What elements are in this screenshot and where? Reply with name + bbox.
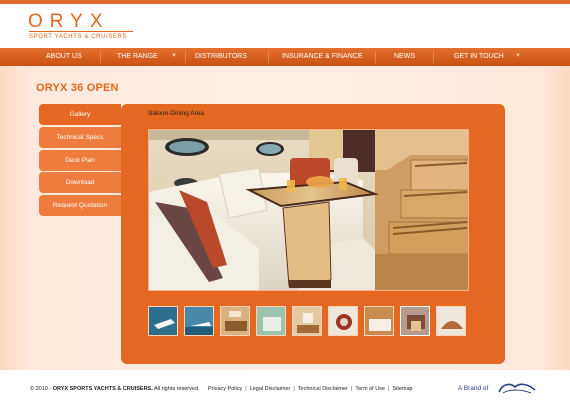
interior-icon [365,307,393,335]
interior-icon [257,307,285,335]
main-nav: ABOUT US THE RANGE ▼ DISTRIBUTORS INSURA… [0,48,570,66]
tab-technical-specs[interactable]: Technical Specs [39,127,121,148]
thumbnail-helm[interactable] [328,306,358,336]
nav-item-insurance-finance[interactable]: INSURANCE & FINANCE [282,48,363,66]
gallery-main-photo[interactable] [148,129,469,291]
footer-link-term-of-use[interactable]: Term of Use [355,386,385,392]
gulf-craft-logo[interactable] [497,381,537,395]
copyright-prefix: © 2010 - [30,386,53,392]
thumbnail-interior-cabin[interactable] [256,306,286,336]
thumbnail-strip [148,306,470,336]
copyright-company: ORYX SPORTS YACHTS & CRUISERS. [52,386,153,392]
logo-wordmark[interactable]: ORYX [28,12,110,31]
footer-links: Privacy Policy | Legal Disclaimer | Technica… [208,386,413,392]
brand-prefix: A Brand of [458,385,489,392]
tab-download[interactable]: Download [39,172,121,193]
nav-separator [268,51,269,63]
tab-request-quotation[interactable]: Request Quotation [39,195,121,216]
nav-separator [375,51,376,63]
logo-rule [29,31,133,32]
nav-separator [185,51,186,63]
saloon-photo-illustration [149,130,468,290]
nav-item-news[interactable]: NEWS [394,48,415,66]
tab-deck-plan[interactable]: Deck Plan [39,150,121,171]
thumbnail-saloon-selected[interactable] [400,306,430,336]
site-header: ORYX SPORT YACHTS & CRUISERS [0,4,570,44]
copyright-text: © 2010 - ORYX SPORTS YACHTS & CRUISERS. … [30,386,200,392]
thumbnail-galley[interactable] [220,306,250,336]
photo-caption: Saloon-Dining Area [148,110,205,117]
yacht-icon [149,307,177,335]
interior-icon [221,307,249,335]
footer-separator: | [293,386,295,392]
thumbnail-bedroom[interactable] [364,306,394,336]
footer-separator: | [245,386,247,392]
footer-link-sitemap[interactable]: Sitemap [392,386,412,392]
nav-item-the-range[interactable]: THE RANGE [117,48,158,66]
interior-icon [329,307,357,335]
thumbnail-yacht-aerial[interactable] [148,306,178,336]
thumbnail-cockpit[interactable] [292,306,322,336]
tab-gallery[interactable]: Gallery [39,104,121,125]
nav-item-distributors[interactable]: DISTRIBUTORS [195,48,247,66]
footer-separator: | [350,386,353,392]
nav-separator [100,51,101,63]
chevron-down-icon[interactable]: ▼ [171,53,177,59]
interior-icon [437,307,465,335]
nav-item-get-in-touch[interactable]: GET IN TOUCH [454,48,504,66]
footer-link-technical-disclaimer[interactable]: Technical Disclaimer [298,386,348,392]
nav-separator [433,51,434,63]
footer-separator: | [388,386,390,392]
site-footer: © 2010 - ORYX SPORTS YACHTS & CRUISERS. … [0,370,570,407]
interior-icon [401,307,429,335]
logo-tagline: SPORT YACHTS & CRUISERS [29,34,128,40]
chevron-down-icon[interactable]: ▼ [515,53,521,59]
footer-link-privacy-policy[interactable]: Privacy Policy [208,386,242,392]
thumbnail-yacht-cruising[interactable] [184,306,214,336]
page-title: ORYX 36 OPEN [36,82,119,94]
interior-icon [293,307,321,335]
yacht-icon [185,307,213,335]
thumbnail-deck-seating[interactable] [436,306,466,336]
footer-link-legal-disclaimer[interactable]: Legal Disclaimer [250,386,291,392]
nav-item-about-us[interactable]: ABOUT US [46,48,82,66]
copyright-suffix: All rights reserved. [152,386,200,392]
